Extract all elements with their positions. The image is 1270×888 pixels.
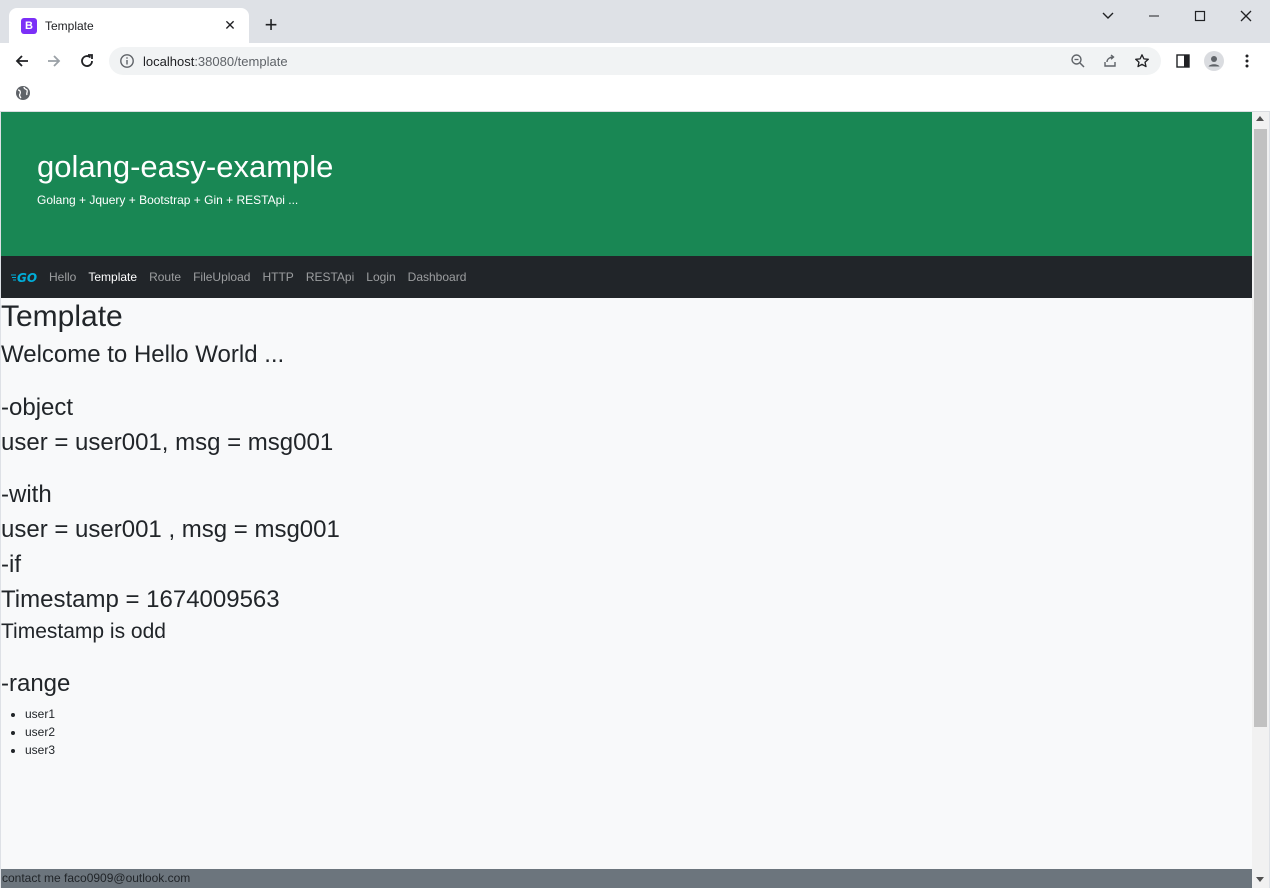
close-window-icon[interactable] (1231, 4, 1261, 28)
range-list: user1 user2 user3 (25, 705, 55, 759)
scrollbar-thumb[interactable] (1254, 129, 1267, 727)
scroll-up-arrow-icon[interactable] (1256, 116, 1264, 121)
reload-icon[interactable] (75, 49, 99, 73)
share-icon[interactable] (1101, 52, 1119, 70)
url-host: localhost (143, 54, 195, 69)
go-logo-icon[interactable]: GO (11, 270, 41, 284)
svg-text:GO: GO (17, 271, 37, 284)
main-navbar: GO Hello Template Route FileUpload HTTP … (1, 256, 1252, 298)
maximize-icon[interactable] (1185, 4, 1215, 28)
footer-bar: contact me faco0909@outlook.com (1, 869, 1252, 888)
nav-route[interactable]: Route (149, 270, 181, 284)
hero-title: golang-easy-example (37, 149, 334, 184)
range-heading: -range (1, 670, 71, 697)
url-path: :38080/template (194, 54, 288, 69)
globe-icon[interactable] (15, 85, 31, 101)
nav-fileupload[interactable]: FileUpload (193, 270, 250, 284)
profile-icon[interactable] (1204, 51, 1224, 71)
browser-toolbar: localhost:38080/template (0, 43, 1270, 79)
forward-icon[interactable] (42, 49, 66, 73)
nav-hello[interactable]: Hello (49, 270, 76, 284)
tab-title: Template (45, 18, 94, 33)
info-icon[interactable] (119, 53, 135, 69)
page-title: Template (1, 300, 123, 333)
menu-icon[interactable] (1237, 51, 1257, 71)
tab-strip: B Template ✕ + (0, 0, 1270, 43)
list-item: user3 (25, 741, 55, 759)
nav-http[interactable]: HTTP (262, 270, 293, 284)
nav-template[interactable]: Template (88, 270, 137, 284)
timestamp-line: Timestamp = 1674009563 (1, 586, 280, 613)
timestamp-odd-text: Timestamp is odd (1, 620, 166, 643)
object-line: user = user001, msg = msg001 (1, 429, 334, 456)
hero-banner: golang-easy-example Golang + Jquery + Bo… (1, 112, 1252, 256)
list-item: user2 (25, 723, 55, 741)
nav-login[interactable]: Login (366, 270, 395, 284)
nav-restapi[interactable]: RESTApi (306, 270, 354, 284)
if-heading: -if (1, 551, 21, 578)
object-heading: -object (1, 394, 74, 421)
tab-search-chevron-icon[interactable] (1093, 4, 1123, 28)
nav-dashboard[interactable]: Dashboard (408, 270, 467, 284)
minimize-icon[interactable] (1139, 4, 1169, 28)
side-panel-icon[interactable] (1173, 51, 1193, 71)
close-tab-icon[interactable]: ✕ (221, 17, 239, 35)
browser-tab[interactable]: B Template ✕ (9, 8, 249, 43)
with-heading: -with (1, 481, 52, 508)
nav-items: Hello Template Route FileUpload HTTP RES… (49, 270, 478, 284)
new-tab-button[interactable]: + (259, 14, 283, 38)
bootstrap-favicon-icon: B (21, 17, 37, 34)
hero-subtitle: Golang + Jquery + Bootstrap + Gin + REST… (37, 193, 299, 207)
zoom-out-icon[interactable] (1069, 52, 1087, 70)
vertical-scrollbar[interactable] (1252, 112, 1269, 888)
page-viewport: golang-easy-example Golang + Jquery + Bo… (1, 112, 1252, 888)
contact-text: contact me faco0909@outlook.com (2, 871, 191, 885)
star-icon[interactable] (1133, 52, 1151, 70)
list-item: user1 (25, 705, 55, 723)
url-text: localhost:38080/template (143, 54, 288, 69)
scroll-down-arrow-icon[interactable] (1256, 877, 1264, 882)
welcome-text: Welcome to Hello World ... (1, 341, 285, 368)
bookmarks-bar (0, 79, 1270, 112)
address-bar[interactable]: localhost:38080/template (109, 47, 1161, 75)
back-icon[interactable] (10, 49, 34, 73)
with-line: user = user001 , msg = msg001 (1, 516, 340, 543)
